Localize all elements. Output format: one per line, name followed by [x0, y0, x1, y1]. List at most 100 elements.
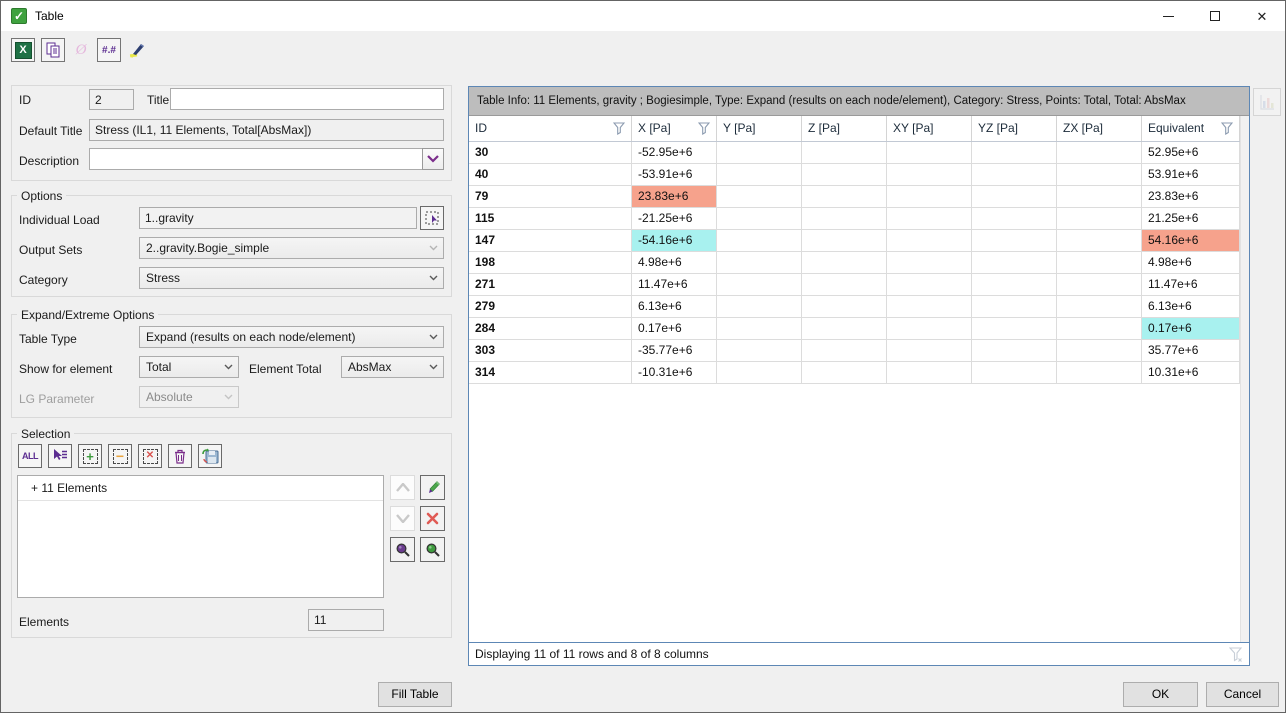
table-cell[interactable]: [802, 208, 887, 229]
table-cell[interactable]: [1057, 296, 1142, 317]
column-header[interactable]: Equivalent: [1142, 116, 1240, 141]
table-cell[interactable]: [717, 142, 802, 163]
column-header[interactable]: Y [Pa]: [717, 116, 802, 141]
table-cell[interactable]: [802, 230, 887, 251]
table-cell[interactable]: -53.91e+6: [632, 164, 717, 185]
save-selection-button[interactable]: [198, 444, 222, 468]
description-input[interactable]: [89, 148, 423, 170]
table-cell[interactable]: 30: [469, 142, 632, 163]
filter-icon[interactable]: [1221, 122, 1233, 135]
table-cell[interactable]: [717, 230, 802, 251]
exclude-selection-button[interactable]: ✕: [138, 444, 162, 468]
table-row[interactable]: 115-21.25e+621.25e+6: [469, 208, 1240, 230]
table-cell[interactable]: 115: [469, 208, 632, 229]
table-cell[interactable]: 11.47e+6: [632, 274, 717, 295]
table-cell[interactable]: [972, 186, 1057, 207]
table-cell[interactable]: [717, 252, 802, 273]
table-cell[interactable]: -10.31e+6: [632, 362, 717, 383]
table-cell[interactable]: [717, 164, 802, 185]
table-cell[interactable]: 314: [469, 362, 632, 383]
table-cell[interactable]: [887, 164, 972, 185]
table-cell[interactable]: [717, 296, 802, 317]
table-cell[interactable]: [717, 186, 802, 207]
table-cell[interactable]: 303: [469, 340, 632, 361]
table-cell[interactable]: [972, 362, 1057, 383]
table-cell[interactable]: [717, 208, 802, 229]
table-cell[interactable]: -54.16e+6: [632, 230, 717, 251]
table-cell[interactable]: -35.77e+6: [632, 340, 717, 361]
table-cell[interactable]: [717, 362, 802, 383]
table-cell[interactable]: -52.95e+6: [632, 142, 717, 163]
highlight-button[interactable]: [125, 38, 149, 62]
table-cell[interactable]: 271: [469, 274, 632, 295]
table-cell[interactable]: 4.98e+6: [1142, 252, 1240, 273]
ok-button[interactable]: OK: [1123, 682, 1198, 707]
table-cell[interactable]: [802, 186, 887, 207]
table-cell[interactable]: [717, 340, 802, 361]
table-row[interactable]: 40-53.91e+653.91e+6: [469, 164, 1240, 186]
table-cell[interactable]: [1057, 164, 1142, 185]
table-cell[interactable]: [972, 296, 1057, 317]
table-cell[interactable]: [972, 142, 1057, 163]
table-cell[interactable]: 52.95e+6: [1142, 142, 1240, 163]
table-row[interactable]: 147-54.16e+6 54.16e+6: [469, 230, 1240, 252]
column-header[interactable]: Z [Pa]: [802, 116, 887, 141]
table-cell[interactable]: [1057, 142, 1142, 163]
table-cell[interactable]: [887, 230, 972, 251]
table-row[interactable]: 303-35.77e+635.77e+6: [469, 340, 1240, 362]
column-header[interactable]: YZ [Pa]: [972, 116, 1057, 141]
selection-list-item[interactable]: + 11 Elements: [18, 476, 383, 501]
clear-filter-icon[interactable]: [1229, 647, 1243, 662]
fill-table-button[interactable]: Fill Table: [378, 682, 452, 707]
minimize-button[interactable]: [1145, 1, 1191, 31]
table-cell[interactable]: 147: [469, 230, 632, 251]
table-cell[interactable]: [717, 318, 802, 339]
table-cell[interactable]: 23.83e+6: [1142, 186, 1240, 207]
filter-icon[interactable]: [613, 122, 625, 135]
category-select[interactable]: Stress: [139, 267, 444, 289]
filter-icon[interactable]: [698, 122, 710, 135]
edit-selection-button[interactable]: [420, 475, 445, 500]
table-cell[interactable]: [887, 186, 972, 207]
table-cell[interactable]: [972, 318, 1057, 339]
table-cell[interactable]: 53.91e+6: [1142, 164, 1240, 185]
table-cell[interactable]: 23.83e+6: [632, 186, 717, 207]
table-cell[interactable]: [887, 208, 972, 229]
table-cell[interactable]: [1057, 186, 1142, 207]
table-cell[interactable]: [1057, 362, 1142, 383]
title-bar[interactable]: ✓ Table ✕: [1, 1, 1285, 31]
table-cell[interactable]: 0.17e+6: [1142, 318, 1240, 339]
column-header[interactable]: ZX [Pa]: [1057, 116, 1142, 141]
column-header[interactable]: X [Pa]: [632, 116, 717, 141]
vertical-scrollbar[interactable]: [1240, 116, 1249, 642]
table-cell[interactable]: 198: [469, 252, 632, 273]
table-cell[interactable]: [1057, 208, 1142, 229]
table-cell[interactable]: 54.16e+6: [1142, 230, 1240, 251]
table-cell[interactable]: [802, 318, 887, 339]
table-cell[interactable]: 284: [469, 318, 632, 339]
table-cell[interactable]: [802, 274, 887, 295]
table-cell[interactable]: [887, 252, 972, 273]
table-cell[interactable]: [887, 318, 972, 339]
individual-load-field[interactable]: 1..gravity: [139, 207, 417, 229]
table-cell[interactable]: 11.47e+6: [1142, 274, 1240, 295]
table-cell[interactable]: [1057, 274, 1142, 295]
table-cell[interactable]: 6.13e+6: [1142, 296, 1240, 317]
pick-load-button[interactable]: [420, 206, 444, 230]
table-cell[interactable]: 4.98e+6: [632, 252, 717, 273]
table-cell[interactable]: [1057, 252, 1142, 273]
selection-list[interactable]: + 11 Elements: [17, 475, 384, 598]
table-row[interactable]: 27111.47e+611.47e+6: [469, 274, 1240, 296]
delete-selection-button[interactable]: [168, 444, 192, 468]
table-cell[interactable]: [887, 142, 972, 163]
column-header[interactable]: XY [Pa]: [887, 116, 972, 141]
description-dropdown-button[interactable]: [422, 148, 444, 170]
table-cell[interactable]: [972, 340, 1057, 361]
table-cell[interactable]: 279: [469, 296, 632, 317]
add-selection-button[interactable]: +: [78, 444, 102, 468]
table-cell[interactable]: [802, 164, 887, 185]
table-cell[interactable]: [802, 142, 887, 163]
table-cell[interactable]: 0.17e+6: [632, 318, 717, 339]
table-cell[interactable]: [972, 164, 1057, 185]
zoom-selected-button[interactable]: [390, 537, 415, 562]
